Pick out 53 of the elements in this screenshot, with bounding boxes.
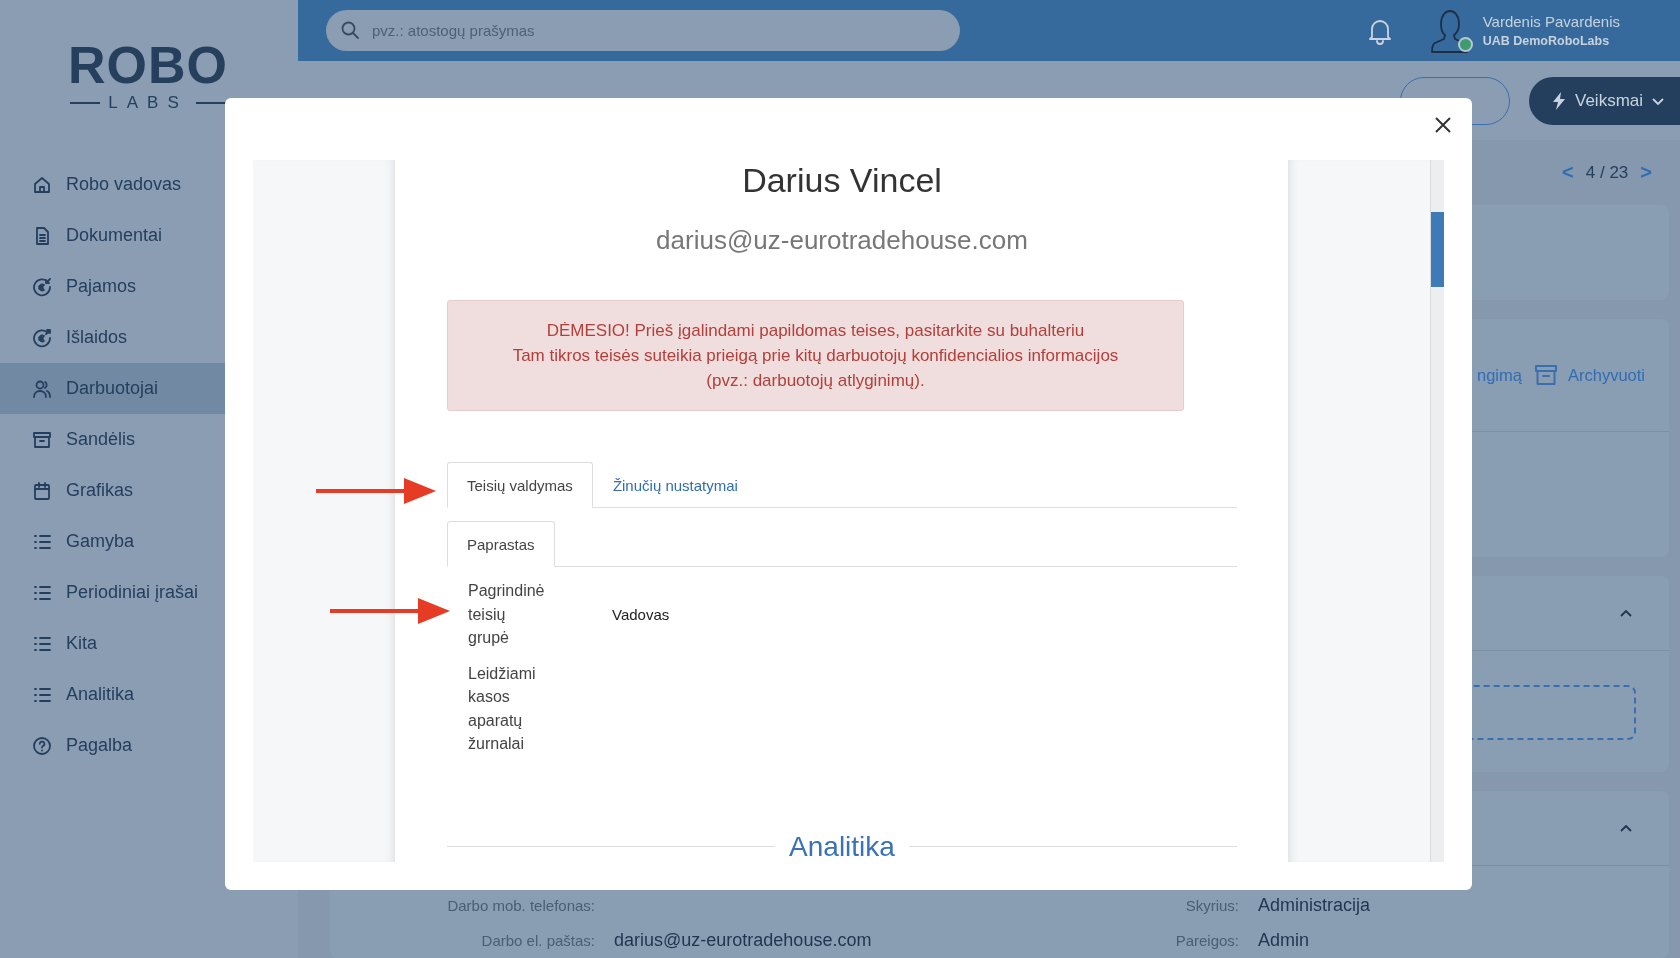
sidebar-item[interactable]: Analitika [0, 669, 298, 720]
field-label: Skyrius: [1184, 897, 1239, 914]
field-label: Pagrindinė teisių grupė [468, 581, 546, 648]
collapse-button[interactable] [1619, 823, 1633, 833]
euro-coin-icon [32, 327, 52, 348]
field-value: Administracija [1258, 895, 1372, 916]
tab[interactable]: Žinučių nustatymai [592, 462, 758, 508]
sidebar-item[interactable]: Grafikas [0, 465, 298, 516]
tab[interactable]: Paprastas [447, 521, 555, 567]
section-heading: Analitika [789, 829, 895, 862]
collapse-button[interactable] [1619, 608, 1633, 618]
scrollbar[interactable] [1430, 160, 1444, 862]
euro-coin-icon [32, 276, 52, 297]
sidebar-item[interactable]: Kita [0, 618, 298, 669]
field-label: Darbo mob. telefonas: [446, 897, 595, 914]
sidebar-item[interactable]: Periodiniai įrašai [0, 567, 298, 618]
chevron-down-icon [1651, 95, 1666, 106]
field-value: darius@uz-eurotradehouse.com [614, 930, 873, 951]
calendar-icon [32, 480, 52, 501]
employee-name: Darius Vincel [741, 160, 943, 200]
company-name: UAB DemoRoboLabs [1482, 32, 1611, 50]
logo: ROBO LABS [68, 38, 228, 114]
scrollbar-thumb[interactable] [1431, 212, 1444, 287]
chevron-up-icon [1619, 608, 1633, 618]
sidebar-item[interactable]: Robo vadovas [0, 159, 298, 210]
sidebar-item[interactable]: Sandėlis [0, 414, 298, 465]
sidebar-item[interactable]: Pajamos [0, 261, 298, 312]
tab[interactable]: Teisių valdymas [447, 462, 593, 508]
employee-email: darius@uz-eurotradehouse.com [655, 224, 1029, 257]
user-name: Vardenis Pavardenis [1482, 11, 1620, 32]
lightning-icon [1551, 90, 1567, 111]
warning-message: DĖMESIO! Prieš įgalindami papildomas teises, pasitarkite su buhalteriu Tam tikros teisės suteikia prieigą prie kitų darbuotojų konfidencialios informacijos (pvz.: darbuotojų atlyginimų). [447, 300, 1184, 411]
sidebar-item[interactable]: Gamyba [0, 516, 298, 567]
sidebar-item[interactable]: Dokumentai [0, 210, 298, 261]
people-icon [32, 378, 52, 399]
archive-box-icon [1533, 364, 1558, 386]
avatar-icon[interactable] [1428, 7, 1469, 54]
field-label: Pareigos: [1174, 932, 1239, 949]
field-value: Vadovas [612, 605, 670, 623]
field-label: Leidžiami kasos aparatų žurnalai [468, 663, 537, 754]
search-field[interactable]: pvz.: atostogų prašymas [326, 10, 960, 51]
page-counter: 4 / 23 [1585, 162, 1629, 183]
archive-box-icon [32, 429, 52, 450]
sidebar-item[interactable]: Pagalba [0, 720, 298, 771]
actions-button[interactable]: Veiksmai [1529, 76, 1680, 125]
close-icon [1434, 116, 1452, 134]
chevron-up-icon [1619, 823, 1633, 833]
field-value: Admin [1258, 930, 1311, 951]
sidebar-item[interactable]: Išlaidos [0, 312, 298, 363]
field-label: Darbo el. paštas: [480, 932, 595, 949]
home-icon [32, 174, 52, 195]
help-icon [32, 735, 52, 756]
search-icon [340, 20, 360, 40]
